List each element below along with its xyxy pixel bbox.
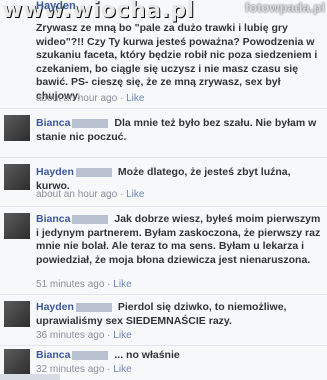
watermark-logo: www.wiocha.pl: [2, 0, 195, 23]
comment-time[interactable]: about an hour ago: [36, 189, 117, 200]
comment-author[interactable]: Bianca: [36, 349, 70, 361]
avatar[interactable]: [4, 349, 30, 375]
like-link[interactable]: Like: [126, 189, 144, 200]
comment-text: Może dlatego, że jesteś zbyt luźna, kurw…: [36, 166, 291, 192]
avatar[interactable]: [4, 115, 30, 141]
comment-time[interactable]: about an hour ago: [36, 93, 117, 104]
watermark-site: fotowpada.pl: [244, 0, 325, 15]
avatar[interactable]: [4, 213, 30, 239]
like-link[interactable]: Like: [113, 364, 131, 375]
comment-item: Bianca Dla mnie też było bez szału. Nie …: [0, 109, 327, 158]
comment-body: Zrywasz ze mną bo "pale za dużo trawki i…: [36, 22, 324, 103]
comment-item: Bianca Jak dobrze wiesz, byłeś moim pier…: [0, 207, 327, 295]
redacted-name: [72, 214, 109, 224]
comment-author[interactable]: Hayden: [36, 301, 74, 313]
comment-time[interactable]: 36 minutes ago: [36, 330, 104, 341]
redacted-name: [75, 167, 112, 177]
comment-text: ... no właśnie: [114, 349, 180, 361]
comment-meta: about an hour ago · Like: [36, 93, 145, 104]
avatar[interactable]: [4, 301, 30, 327]
comment-author[interactable]: Bianca: [36, 213, 70, 225]
comment-body: Bianca Jak dobrze wiesz, byłeś moim pier…: [36, 213, 324, 267]
redacted-name: [72, 118, 109, 128]
comment-body: Bianca Dla mnie też było bez szału. Nie …: [36, 117, 324, 144]
comment-author[interactable]: Hayden: [36, 0, 76, 12]
comment-item: Hayden Pierdol się dziwko, to niemożliwe…: [0, 295, 327, 346]
avatar[interactable]: [4, 164, 30, 190]
footer-strip: [0, 374, 60, 380]
redacted-name: [72, 350, 109, 360]
comment-time[interactable]: 51 minutes ago: [36, 279, 104, 290]
comment-text: Zrywasz ze mną bo "pale za dużo trawki i…: [36, 22, 318, 102]
like-link[interactable]: Like: [126, 93, 144, 104]
like-link[interactable]: Like: [113, 330, 131, 341]
comment-meta: 36 minutes ago · Like: [36, 330, 132, 341]
comment-body: Hayden Pierdol się dziwko, to niemożliwe…: [36, 301, 324, 328]
redacted-name: [75, 302, 112, 312]
like-link[interactable]: Like: [113, 279, 131, 290]
comment-meta: 51 minutes ago · Like: [36, 279, 132, 290]
comment-body: Bianca ... no właśnie: [36, 349, 324, 363]
comment-author[interactable]: Hayden: [36, 166, 74, 178]
comment-meta: about an hour ago · Like: [36, 189, 145, 200]
comment-item: Hayden Może dlatego, że jesteś zbyt luźn…: [0, 158, 327, 207]
comment-author[interactable]: Bianca: [36, 117, 70, 129]
